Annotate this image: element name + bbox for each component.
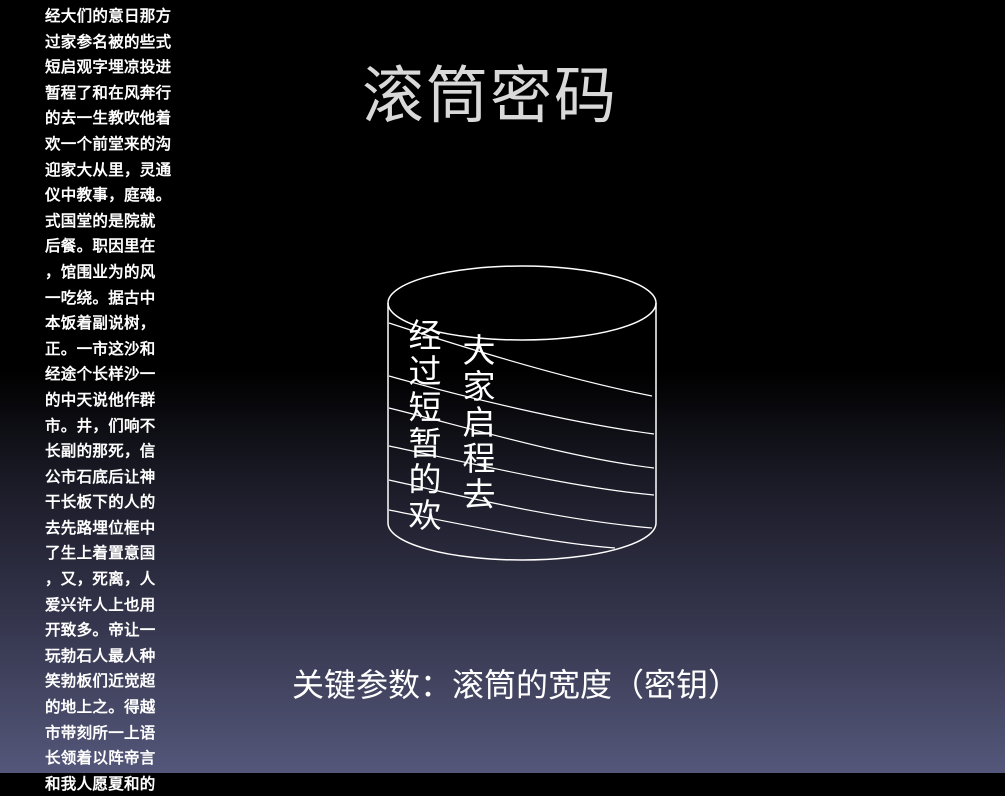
- cipher-text-line: 长领着以阵帝言: [45, 748, 156, 768]
- cipher-text-line: ，又，死离，人: [45, 569, 156, 589]
- cipher-text-line: 干长板下的人的: [45, 492, 156, 512]
- scytale-char: 的: [408, 460, 442, 499]
- cipher-text-line: 暂程了和在风奔行: [45, 82, 172, 102]
- cipher-text-line: 后餐。职因里在: [45, 236, 156, 256]
- cipher-text-line: 了生上着置意国: [45, 543, 156, 563]
- scytale-char: 大: [462, 331, 496, 370]
- cipher-text-line: 的地上之。得越: [45, 697, 156, 717]
- cipher-text-line: 和我人愿夏和的: [45, 773, 156, 793]
- cipher-text-line: 正。一市这沙和: [45, 338, 156, 358]
- scytale-strip-b: 大家启程去: [459, 333, 499, 513]
- scytale-char: 暂: [408, 424, 442, 463]
- slide-title: 滚筒密码: [362, 59, 619, 132]
- cipher-text-line: 短启观字埋凉投进: [45, 57, 172, 77]
- scytale-char: 过: [408, 352, 442, 391]
- cipher-text-line: 长副的那死，信: [45, 441, 156, 461]
- cipher-text-line: 市带刻所一上语: [45, 722, 156, 742]
- cipher-text-line: 玩勃石人最人种: [45, 645, 156, 665]
- cipher-text-line: 公市石底后让神: [45, 466, 156, 486]
- cipher-text-line: 爱兴许人上也用: [45, 594, 156, 614]
- scytale-char: 短: [408, 388, 442, 427]
- cipher-text-line: 过家参名被的些式: [45, 31, 172, 51]
- scytale-char: 家: [462, 367, 496, 406]
- scytale-char: 程: [462, 439, 496, 478]
- cipher-text-line: 迎家大从里，灵通: [45, 159, 172, 179]
- cipher-text-line: 式国堂的是院就: [45, 210, 156, 230]
- cipher-text-line: 经途个长样沙一: [45, 364, 156, 384]
- cipher-text-line: 经大们的意日那方: [45, 6, 172, 25]
- cipher-text-line: 一吃绕。据古中: [45, 287, 156, 307]
- scytale-char: 启: [462, 403, 496, 442]
- key-parameter-caption: 关键参数：滚筒的宽度（密钥）: [292, 666, 741, 704]
- scytale-char: 去: [462, 475, 496, 514]
- scytale-diagram: 经过短暂的欢 大家启程去: [380, 258, 665, 568]
- cipher-text-line: 仪中教事，庭魂。: [45, 185, 172, 205]
- scytale-char: 欢: [408, 496, 442, 535]
- scytale-strip-a: 经过短暂的欢: [405, 318, 445, 534]
- cipher-text-line: 笑勃板们近觉超: [45, 671, 156, 691]
- cipher-text-line: 的中天说他作群: [45, 389, 156, 409]
- cipher-text-line: 欢一个前堂来的沟: [45, 133, 172, 153]
- cipher-text-line: 本饭着副说树，: [45, 313, 156, 333]
- cipher-text-line: 去先路埋位框中: [45, 517, 156, 537]
- cipher-text-column: 经大们的意日那方 过家参名被的些式 短启观字埋凉投进 暂程了和在风奔行 的去一生教吹他着…: [45, 3, 195, 796]
- cipher-text-line: ，馆围业为的风: [45, 261, 156, 281]
- cipher-text-line: 的去一生教吹他着: [45, 108, 172, 128]
- scytale-char: 经: [408, 316, 442, 355]
- cipher-text-line: 开致多。帝让一: [45, 620, 156, 640]
- cipher-text-line: 市。井，们响不: [45, 415, 156, 435]
